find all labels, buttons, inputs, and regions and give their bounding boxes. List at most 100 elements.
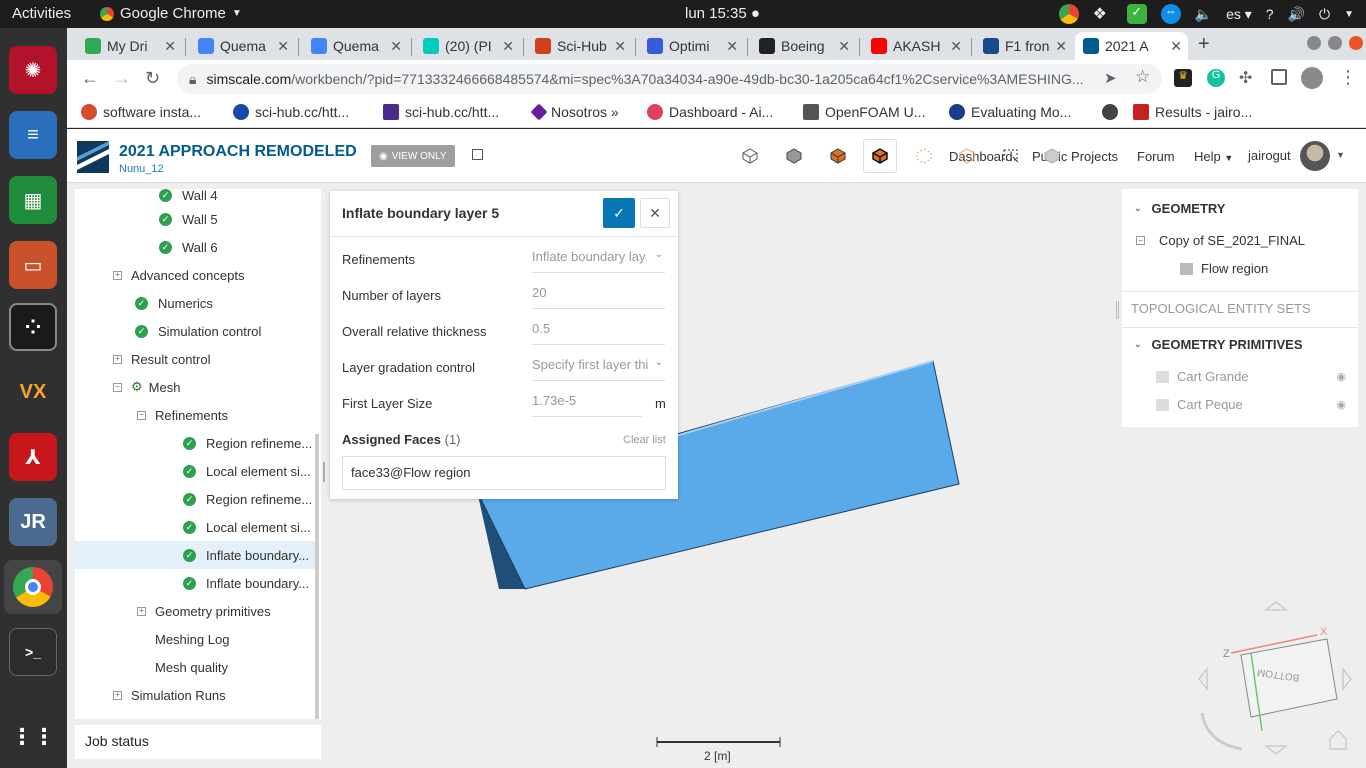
chevron-down-icon[interactable]: ▼: [1336, 150, 1345, 160]
bookmark[interactable]: software insta...: [81, 104, 201, 120]
new-tab-button[interactable]: +: [1198, 33, 1210, 56]
browser-tab[interactable]: Boeing ✕: [751, 32, 856, 60]
view-points-icon[interactable]: [907, 139, 941, 173]
assigned-faces-list[interactable]: face33@Flow region: [342, 456, 666, 490]
tree-item[interactable]: ✓ Region refineme...: [183, 485, 312, 513]
copy-icon[interactable]: [472, 149, 483, 160]
flow-region-item[interactable]: Flow region: [1180, 261, 1268, 276]
rotate-left-icon[interactable]: [1198, 666, 1208, 692]
close-icon[interactable]: ✕: [838, 38, 850, 55]
tree-item[interactable]: ✓ Wall 5: [159, 205, 218, 233]
view-solid-edges-icon[interactable]: [821, 139, 855, 173]
close-icon[interactable]: ✕: [502, 38, 514, 55]
forward-icon[interactable]: →: [113, 68, 131, 89]
project-title[interactable]: 2021 APPROACH REMODELED: [119, 143, 357, 161]
close-button[interactable]: ✕: [640, 198, 670, 228]
user-avatar[interactable]: [1300, 141, 1330, 171]
grammarly-icon[interactable]: G: [1207, 69, 1225, 87]
tree-item[interactable]: ✓ Local element si...: [183, 513, 311, 541]
tree-item[interactable]: ✓ Numerics: [135, 289, 213, 317]
browser-tab-active[interactable]: 2021 A ✕: [1075, 32, 1188, 60]
panel-resize-handle[interactable]: [1116, 301, 1119, 319]
home-icon[interactable]: [1329, 729, 1347, 750]
first-layer-size-field[interactable]: 1.73e-5: [532, 391, 642, 417]
window-close-icon[interactable]: [1349, 36, 1363, 50]
volume-icon[interactable]: 🔈: [1195, 6, 1212, 23]
primitive-item[interactable]: Cart Grande: [1156, 369, 1249, 384]
close-icon[interactable]: ✕: [726, 38, 738, 55]
bookmark[interactable]: sci-hub.cc/htt...: [383, 104, 499, 120]
chrome-tray-icon[interactable]: [1058, 4, 1079, 24]
tree-scrollbar[interactable]: [315, 434, 319, 719]
sync-check-icon[interactable]: ✓: [1126, 4, 1147, 24]
eye-icon[interactable]: ◉: [1336, 370, 1346, 383]
tree-item[interactable]: ✓ Local element si...: [183, 457, 311, 485]
settings-cube-icon[interactable]: [1035, 139, 1069, 173]
side-panel-icon[interactable]: [1271, 69, 1287, 85]
profile-avatar[interactable]: [1301, 67, 1323, 89]
close-icon[interactable]: ✕: [164, 38, 176, 55]
orientation-cube[interactable]: [1230, 634, 1338, 732]
jabref-icon[interactable]: JR: [9, 498, 57, 546]
extensions-puzzle-icon[interactable]: ✣: [1239, 68, 1252, 88]
job-status-panel[interactable]: Job status: [75, 725, 321, 759]
browser-tab[interactable]: AKASH ✕: [863, 32, 968, 60]
expand-icon[interactable]: +: [137, 606, 146, 616]
user-name[interactable]: jairogut: [1248, 148, 1291, 163]
close-icon[interactable]: ✕: [277, 38, 289, 55]
expand-icon[interactable]: +: [113, 354, 122, 364]
bookmark[interactable]: Dashboard - Ai...: [647, 104, 773, 120]
browser-tab[interactable]: (20) (PI ✕: [415, 32, 520, 60]
dropbox-icon[interactable]: ❖: [1093, 4, 1113, 24]
geometry-primitives-header[interactable]: ⌄ GEOMETRY PRIMITIVES: [1134, 337, 1303, 352]
tree-item[interactable]: Meshing Log: [155, 625, 229, 653]
expand-icon[interactable]: +: [113, 690, 122, 700]
close-icon[interactable]: ✕: [1170, 38, 1182, 55]
primitive-item[interactable]: Cart Peque: [1156, 397, 1243, 412]
close-icon[interactable]: ✕: [1055, 38, 1067, 55]
collapse-icon[interactable]: −: [1136, 236, 1145, 245]
panel-resize-handle[interactable]: [323, 462, 325, 482]
minimize-icon[interactable]: [1307, 36, 1321, 50]
tree-item[interactable]: ✓ Region refineme...: [183, 429, 312, 457]
browser-tab[interactable]: Quema ✕: [303, 32, 408, 60]
sound-icon[interactable]: 🔊: [1288, 6, 1305, 23]
close-icon[interactable]: ✕: [950, 38, 962, 55]
bookmark[interactable]: Results - jairo...: [1133, 104, 1252, 120]
rotate-right-icon[interactable]: [1342, 666, 1352, 692]
tree-item[interactable]: Mesh quality: [155, 653, 228, 681]
show-apps-icon[interactable]: ⋮⋮: [9, 713, 57, 761]
view-solid-icon[interactable]: [777, 139, 811, 173]
vyx-icon[interactable]: VX: [9, 368, 57, 416]
gradation-control-select[interactable]: Specify first layer thi ⌄: [532, 355, 665, 381]
geometry-root-item[interactable]: − Copy of SE_2021_FINAL: [1136, 233, 1305, 248]
tree-item[interactable]: + Geometry primitives: [137, 597, 271, 625]
back-icon[interactable]: ←: [81, 68, 99, 89]
collapse-icon[interactable]: −: [113, 382, 122, 392]
send-icon[interactable]: ➤: [1104, 69, 1117, 87]
browser-tab[interactable]: Quema ✕: [190, 32, 295, 60]
clock[interactable]: lun 15:35 ●: [685, 5, 760, 22]
eye-icon[interactable]: ◉: [1336, 398, 1346, 411]
bookmark-star-icon[interactable]: ☆: [1135, 67, 1150, 87]
tree-item[interactable]: + Result control: [113, 345, 210, 373]
mendeley-icon[interactable]: ✺: [9, 46, 57, 94]
roll-icon[interactable]: [1200, 712, 1243, 751]
writer-icon[interactable]: ≡: [9, 111, 57, 159]
terminal-icon[interactable]: >_: [9, 628, 57, 676]
tree-item[interactable]: − Refinements: [137, 401, 228, 429]
browser-tab[interactable]: My Dri ✕: [77, 32, 182, 60]
nav-help[interactable]: Help ▼: [1194, 149, 1233, 164]
browser-tab[interactable]: Sci-Hub ✕: [527, 32, 632, 60]
chrome-menu-icon[interactable]: ⋮: [1339, 67, 1357, 88]
bookmark[interactable]: Evaluating Mo...: [949, 104, 1071, 120]
teamviewer-icon[interactable]: ⇔: [1160, 4, 1181, 24]
tree-item[interactable]: − ⚙ Mesh: [113, 373, 180, 401]
mendeley-active-icon[interactable]: ⁘: [9, 303, 57, 351]
clear-list-link[interactable]: Clear list: [623, 434, 666, 446]
collapse-icon[interactable]: −: [137, 410, 146, 420]
view-wire-solid-icon[interactable]: [863, 139, 897, 173]
assigned-face-item[interactable]: face33@Flow region: [351, 465, 470, 480]
bookmark[interactable]: [1102, 104, 1124, 120]
bookmark[interactable]: OpenFOAM U...: [803, 104, 925, 120]
